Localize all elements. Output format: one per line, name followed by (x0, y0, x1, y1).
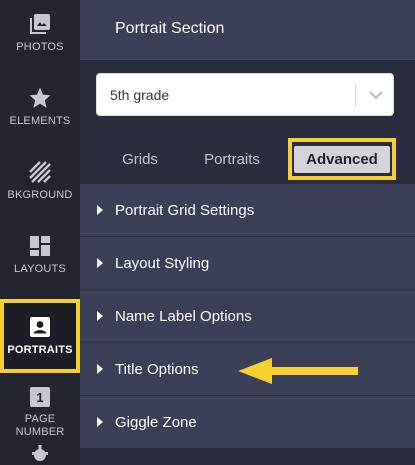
caret-right-icon (97, 311, 103, 321)
settings-accordion: Portrait Grid Settings Layout Styling Na… (80, 183, 415, 448)
tab-grids[interactable]: Grids (110, 138, 170, 180)
app-window: PHOTOS ELEMENTS BKGROUND LAYOUTS PORTRAI… (0, 0, 415, 465)
section-select[interactable]: 5th grade (96, 73, 394, 116)
gear-icon (28, 445, 52, 465)
section-select-value: 5th grade (110, 87, 170, 103)
caret-right-icon (97, 364, 103, 374)
accordion-label: Giggle Zone (115, 414, 197, 431)
accordion-label: Portrait Grid Settings (115, 202, 255, 219)
caret-right-icon (97, 258, 103, 268)
tab-portraits[interactable]: Portraits (193, 138, 271, 180)
sidebar-item-page-number[interactable]: 1 PAGE NUMBER (0, 386, 80, 465)
photos-icon (28, 12, 52, 36)
sidebar-item-background[interactable]: BKGROUND (0, 160, 80, 222)
sidebar-item-label: PORTRAITS (7, 344, 73, 356)
sidebar-item-label: PAGE NUMBER (15, 413, 65, 438)
sidebar-item-photos[interactable]: PHOTOS (0, 12, 80, 74)
accordion-layout-styling[interactable]: Layout Styling (80, 236, 415, 289)
sidebar-item-elements[interactable]: ELEMENTS (0, 86, 80, 148)
sidebar-item-label: LAYOUTS (14, 263, 66, 275)
layouts-icon (28, 234, 52, 258)
sidebar-item-label: ELEMENTS (9, 115, 71, 127)
page-number-icon: 1 (28, 386, 52, 408)
background-stripes-icon (28, 160, 52, 184)
svg-text:1: 1 (36, 390, 43, 405)
select-separator (355, 84, 356, 106)
accordion-label: Layout Styling (115, 255, 210, 272)
sidebar-item-portraits[interactable]: PORTRAITS (0, 299, 80, 373)
portrait-icon (28, 315, 52, 339)
panel-title: Portrait Section (115, 20, 225, 37)
tab-label: Grids (122, 150, 158, 168)
sidebar-item-label: PHOTOS (16, 41, 64, 53)
tab-label: Advanced (294, 145, 390, 173)
caret-right-icon (97, 205, 103, 215)
accordion-label: Name Label Options (115, 308, 252, 325)
tab-label: Portraits (204, 150, 260, 168)
caret-right-icon (97, 417, 103, 427)
accordion-giggle-zone[interactable]: Giggle Zone (80, 395, 415, 448)
sidebar-item-layouts[interactable]: LAYOUTS (0, 234, 80, 296)
panel-header: Portrait Section (80, 0, 415, 60)
accordion-label: Title Options (115, 361, 199, 378)
accordion-name-label-options[interactable]: Name Label Options (80, 289, 415, 342)
chevron-down-icon[interactable] (367, 87, 385, 103)
tab-bar: Grids Portraits Advanced (80, 138, 415, 180)
annotation-arrow-icon (238, 358, 358, 384)
sidebar-item-label: BKGROUND (7, 189, 73, 201)
left-sidebar: PHOTOS ELEMENTS BKGROUND LAYOUTS PORTRAI… (0, 0, 80, 465)
tab-advanced[interactable]: Advanced (288, 138, 396, 180)
accordion-portrait-grid-settings[interactable]: Portrait Grid Settings (80, 183, 415, 236)
portrait-panel: Portrait Section 5th grade Grids Portrai… (80, 0, 415, 465)
star-icon (28, 86, 52, 110)
